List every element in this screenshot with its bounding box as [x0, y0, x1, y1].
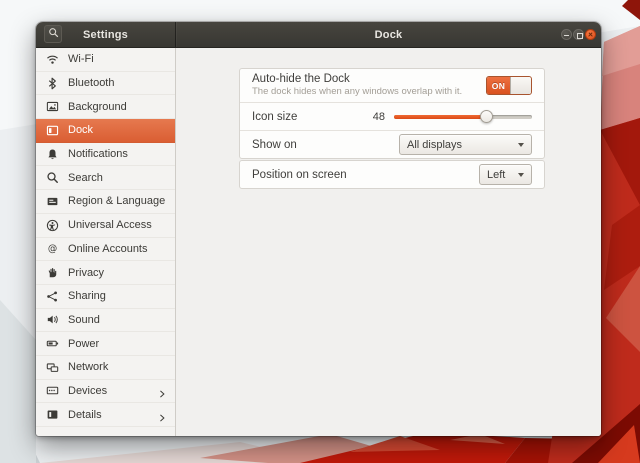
power-icon [45, 337, 59, 351]
icon-size-value: 48 [372, 110, 385, 123]
titlebar-panel-section: Dock [176, 22, 601, 47]
icon-size-label: Icon size [252, 110, 298, 123]
titlebar: Settings Dock [36, 22, 601, 48]
panel-title: Dock [374, 28, 403, 41]
sidebar-item-label: Background [68, 100, 127, 113]
position-value: Left [487, 168, 506, 181]
maximize-button[interactable] [573, 29, 584, 40]
desktop: Settings Dock Wi-Fi Bluetooth Background Do… [0, 0, 640, 463]
autohide-title: Auto-hide the Dock [252, 72, 350, 85]
sidebar-item-label: Notifications [68, 148, 128, 161]
search-icon [45, 171, 59, 185]
sidebar: Wi-Fi Bluetooth Background Dock Notification… [36, 48, 176, 436]
sidebar-item-region-language[interactable]: Region & Language [36, 190, 175, 214]
toggle-knob[interactable] [510, 77, 531, 94]
sidebar-item-label: Sound [68, 313, 100, 326]
universal-access-icon [45, 218, 59, 232]
sidebar-item-label: Power [68, 337, 100, 350]
show-on-dropdown[interactable]: All displays [399, 134, 532, 155]
setting-row-show-on: Show on All displays [240, 130, 544, 158]
sidebar-item-privacy[interactable]: Privacy [36, 261, 175, 285]
svg-text:@: @ [47, 244, 56, 255]
sidebar-item-label: Details [68, 408, 102, 421]
online-accounts-icon: @ [45, 242, 59, 256]
window-body: Wi-Fi Bluetooth Background Dock Notification… [36, 48, 601, 436]
autohide-toggle[interactable]: ON [486, 76, 532, 95]
position-card: Position on screen Left [239, 160, 545, 189]
network-icon [45, 360, 59, 374]
dock-settings-card: Auto-hide the Dock The dock hides when a… [239, 68, 545, 159]
slider-fill [394, 114, 487, 119]
sidebar-item-bluetooth[interactable]: Bluetooth [36, 72, 175, 96]
show-on-value: All displays [407, 138, 463, 151]
sidebar-item-universal-access[interactable]: Universal Access [36, 214, 175, 238]
dropdown-arrow-icon [518, 172, 524, 177]
sidebar-item-label: Online Accounts [68, 242, 148, 255]
sidebar-item-search[interactable]: Search [36, 166, 175, 191]
sidebar-item-label: Bluetooth [68, 77, 115, 90]
chevron-right-icon [157, 386, 167, 398]
position-label: Position on screen [252, 168, 347, 181]
sidebar-item-label: Universal Access [68, 219, 152, 232]
setting-row-icon-size: Icon size 48 [240, 102, 544, 130]
sharing-icon [45, 289, 59, 303]
sidebar-item-power[interactable]: Power [36, 332, 175, 356]
position-dropdown[interactable]: Left [479, 164, 532, 185]
sidebar-item-label: Network [68, 361, 109, 374]
close-button[interactable] [585, 29, 596, 40]
setting-row-position: Position on screen Left [240, 161, 544, 188]
setting-row-autohide: Auto-hide the Dock The dock hides when a… [240, 69, 544, 102]
sidebar-item-label: Dock [68, 124, 94, 137]
sidebar-item-network[interactable]: Network [36, 356, 175, 380]
autohide-text: Auto-hide the Dock The dock hides when a… [252, 73, 486, 98]
bluetooth-icon [45, 76, 59, 90]
sidebar-item-label: Search [68, 171, 103, 184]
search-button[interactable] [44, 25, 62, 43]
wifi-icon [45, 52, 59, 66]
window-title-settings: Settings [83, 28, 128, 41]
sidebar-item-label: Wi-Fi [68, 53, 94, 66]
window-controls [561, 22, 596, 47]
settings-window: Settings Dock Wi-Fi Bluetooth Background Do… [36, 22, 601, 436]
minimize-button[interactable] [561, 29, 572, 40]
sidebar-item-online-accounts[interactable]: @ Online Accounts [36, 238, 175, 262]
icon-size-slider-group: 48 [372, 109, 532, 123]
sidebar-item-sharing[interactable]: Sharing [36, 285, 175, 309]
sidebar-item-dock[interactable]: Dock [36, 119, 175, 143]
sidebar-item-background[interactable]: Background [36, 95, 175, 120]
search-icon [48, 25, 59, 43]
devices-icon [45, 384, 59, 398]
show-on-label: Show on [252, 138, 297, 151]
region-icon [45, 194, 59, 208]
privacy-icon [45, 266, 59, 280]
sidebar-item-notifications[interactable]: Notifications [36, 143, 175, 167]
notifications-icon [45, 147, 59, 161]
slider-handle[interactable] [479, 109, 493, 123]
sidebar-item-label: Sharing [68, 290, 106, 303]
dock-settings-panel: Auto-hide the Dock The dock hides when a… [176, 48, 601, 436]
details-icon [45, 408, 59, 422]
chevron-right-icon [157, 410, 167, 422]
background-icon [45, 100, 59, 114]
sound-icon [45, 313, 59, 327]
sidebar-item-label: Privacy [68, 266, 105, 279]
sidebar-item-label: Devices [68, 384, 108, 397]
sidebar-item-sound[interactable]: Sound [36, 309, 175, 333]
dock-icon [45, 123, 59, 137]
autohide-subtitle: The dock hides when any windows overlap … [252, 86, 463, 98]
titlebar-sidebar-section: Settings [36, 22, 176, 47]
sidebar-item-devices[interactable]: Devices [36, 380, 175, 404]
sidebar-item-label: Region & Language [68, 195, 166, 208]
toggle-on-label: ON [487, 77, 510, 94]
sidebar-item-details[interactable]: Details [36, 403, 175, 427]
dropdown-arrow-icon [518, 142, 524, 147]
sidebar-item-wi-fi[interactable]: Wi-Fi [36, 48, 175, 72]
icon-size-slider[interactable] [394, 109, 532, 123]
